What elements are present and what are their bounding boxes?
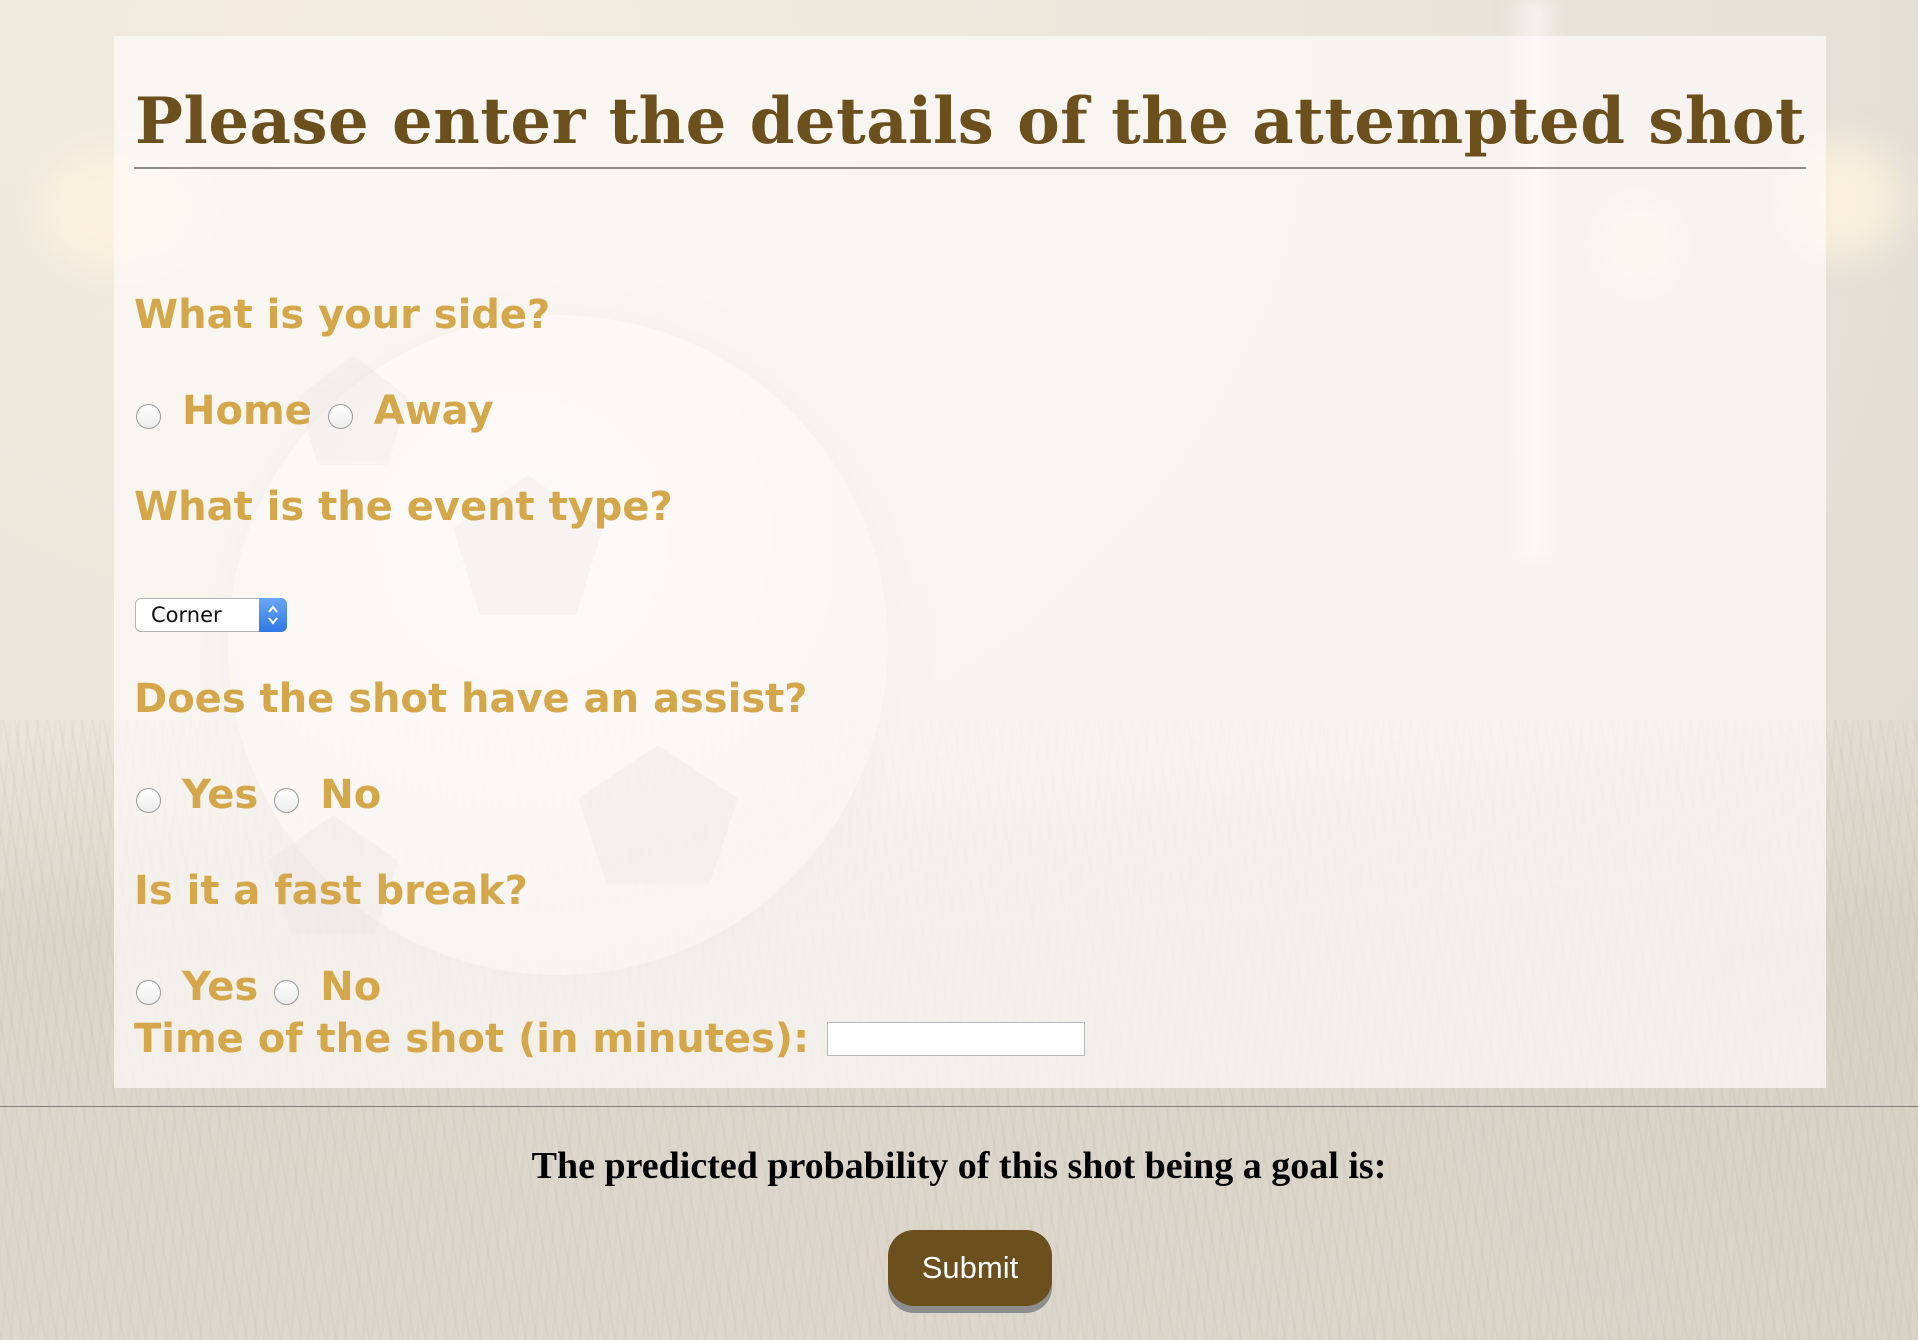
form-panel: Please enter the details of the attempte…: [114, 36, 1826, 1088]
title-divider: [134, 167, 1806, 169]
time-label: Time of the shot (in minutes):: [134, 1016, 810, 1062]
fast-break-no-radio[interactable]: [274, 979, 300, 1005]
time-row: Time of the shot (in minutes):: [134, 1016, 1086, 1062]
event-type-selected-value: Corner: [151, 603, 222, 627]
side-home-radio[interactable]: [136, 403, 161, 429]
page-title: Please enter the details of the attempte…: [134, 84, 1806, 159]
time-input[interactable]: [827, 1022, 1086, 1056]
event-type-question: What is the event type?: [134, 484, 673, 530]
submit-button[interactable]: Submit: [888, 1230, 1052, 1306]
page-divider: [0, 1106, 1918, 1107]
prediction-result-text: The predicted probability of this shot b…: [531, 1145, 1387, 1187]
assist-yes-radio[interactable]: [136, 787, 161, 813]
assist-no-radio[interactable]: [274, 787, 300, 813]
event-type-select[interactable]: Corner: [135, 598, 287, 632]
fast-break-yes-radio[interactable]: [136, 979, 161, 1005]
fast-break-yes-label[interactable]: Yes: [182, 964, 258, 1010]
assist-options: Yes No: [136, 772, 397, 818]
side-away-radio[interactable]: [327, 403, 353, 429]
fast-break-question: Is it a fast break?: [134, 868, 528, 914]
select-stepper-icon: [259, 598, 287, 632]
side-home-label[interactable]: Home: [182, 388, 312, 434]
side-away-label[interactable]: Away: [374, 388, 494, 434]
assist-no-label[interactable]: No: [320, 772, 381, 818]
side-options: Home Away: [136, 388, 510, 434]
fast-break-options: Yes No: [136, 964, 397, 1010]
assist-question: Does the shot have an assist?: [134, 676, 808, 722]
fast-break-no-label[interactable]: No: [320, 964, 381, 1010]
side-question: What is your side?: [134, 292, 551, 338]
assist-yes-label[interactable]: Yes: [182, 772, 258, 818]
